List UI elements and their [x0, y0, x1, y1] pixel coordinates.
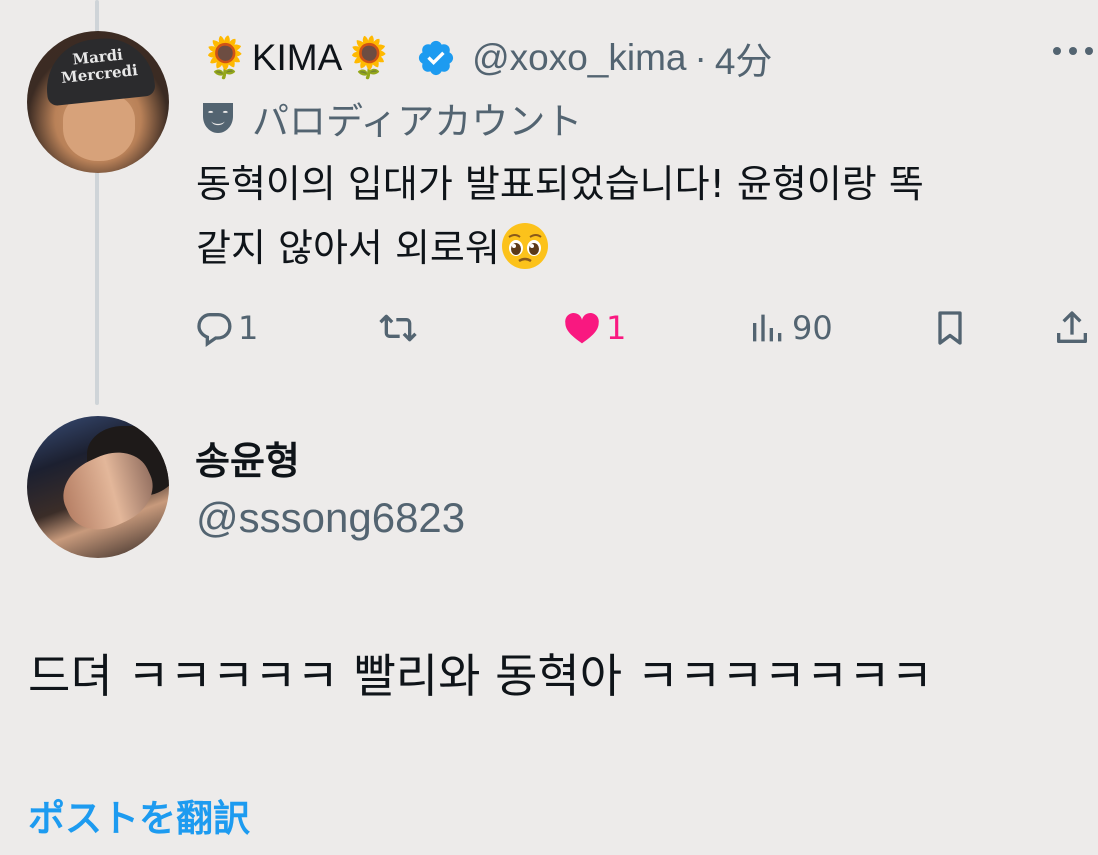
separator-dot: · [694, 37, 707, 78]
tweet-timestamp[interactable]: 4分 [715, 31, 773, 85]
parody-account-label: パロディアカウント [198, 92, 582, 144]
user-handle[interactable]: @xoxo_kima [472, 37, 686, 79]
like-count: 1 [606, 309, 627, 347]
theater-mask-icon [203, 103, 233, 133]
heart-icon [565, 313, 599, 344]
translate-post-link[interactable]: ポストを翻訳 [28, 788, 250, 842]
avatar-cap: Mardi Mercredi [42, 33, 156, 107]
sunflower-emoji: 🌻 [200, 35, 250, 81]
bookmark-icon [938, 311, 962, 345]
tweet-text: 드뎌 ㅋㅋㅋㅋㅋ 빨리와 동혁아 ㅋㅋㅋㅋㅋㅋㅋ [28, 649, 933, 703]
avatar[interactable] [27, 416, 169, 558]
verified-badge-icon[interactable] [416, 38, 456, 78]
tweet-header: 🌻 KIMA 🌻 @xoxo_kima · 4分 [200, 30, 772, 86]
display-name[interactable]: KIMA [252, 37, 342, 79]
views-button[interactable]: 90 [748, 304, 833, 352]
sunflower-emoji: 🌻 [344, 35, 395, 81]
repost-button[interactable] [378, 304, 422, 352]
view-count: 90 [792, 309, 833, 347]
tweet-text-line1: 동혁이의 입대가 발표되었습니다! 윤형이랑 똑 [196, 162, 924, 206]
display-name[interactable]: 송윤형 [195, 430, 300, 485]
share-icon [1057, 311, 1087, 343]
like-button[interactable]: 1 [562, 304, 626, 352]
tweet-text: 동혁이의 입대가 발표되었습니다! 윤형이랑 똑 같지 않아서 외로워 [196, 152, 1076, 280]
more-icon[interactable] [1052, 44, 1094, 58]
share-button[interactable] [1052, 304, 1096, 352]
user-handle[interactable]: @sssong6823 [196, 494, 465, 542]
parody-label-text: パロディアカウント [252, 100, 583, 143]
views-icon [753, 314, 782, 342]
tweet-text-line2: 같지 않아서 외로워 [196, 226, 500, 270]
repost-icon [379, 314, 417, 342]
avatar[interactable]: Mardi Mercredi [27, 31, 169, 173]
pleading-face-emoji [501, 223, 548, 269]
reply-button[interactable]: 1 [194, 304, 258, 352]
reply-count: 1 [238, 309, 259, 347]
tweet-action-bar: 1 1 90 [0, 304, 1098, 352]
reply-icon [197, 313, 232, 348]
bookmark-button[interactable] [930, 304, 974, 352]
